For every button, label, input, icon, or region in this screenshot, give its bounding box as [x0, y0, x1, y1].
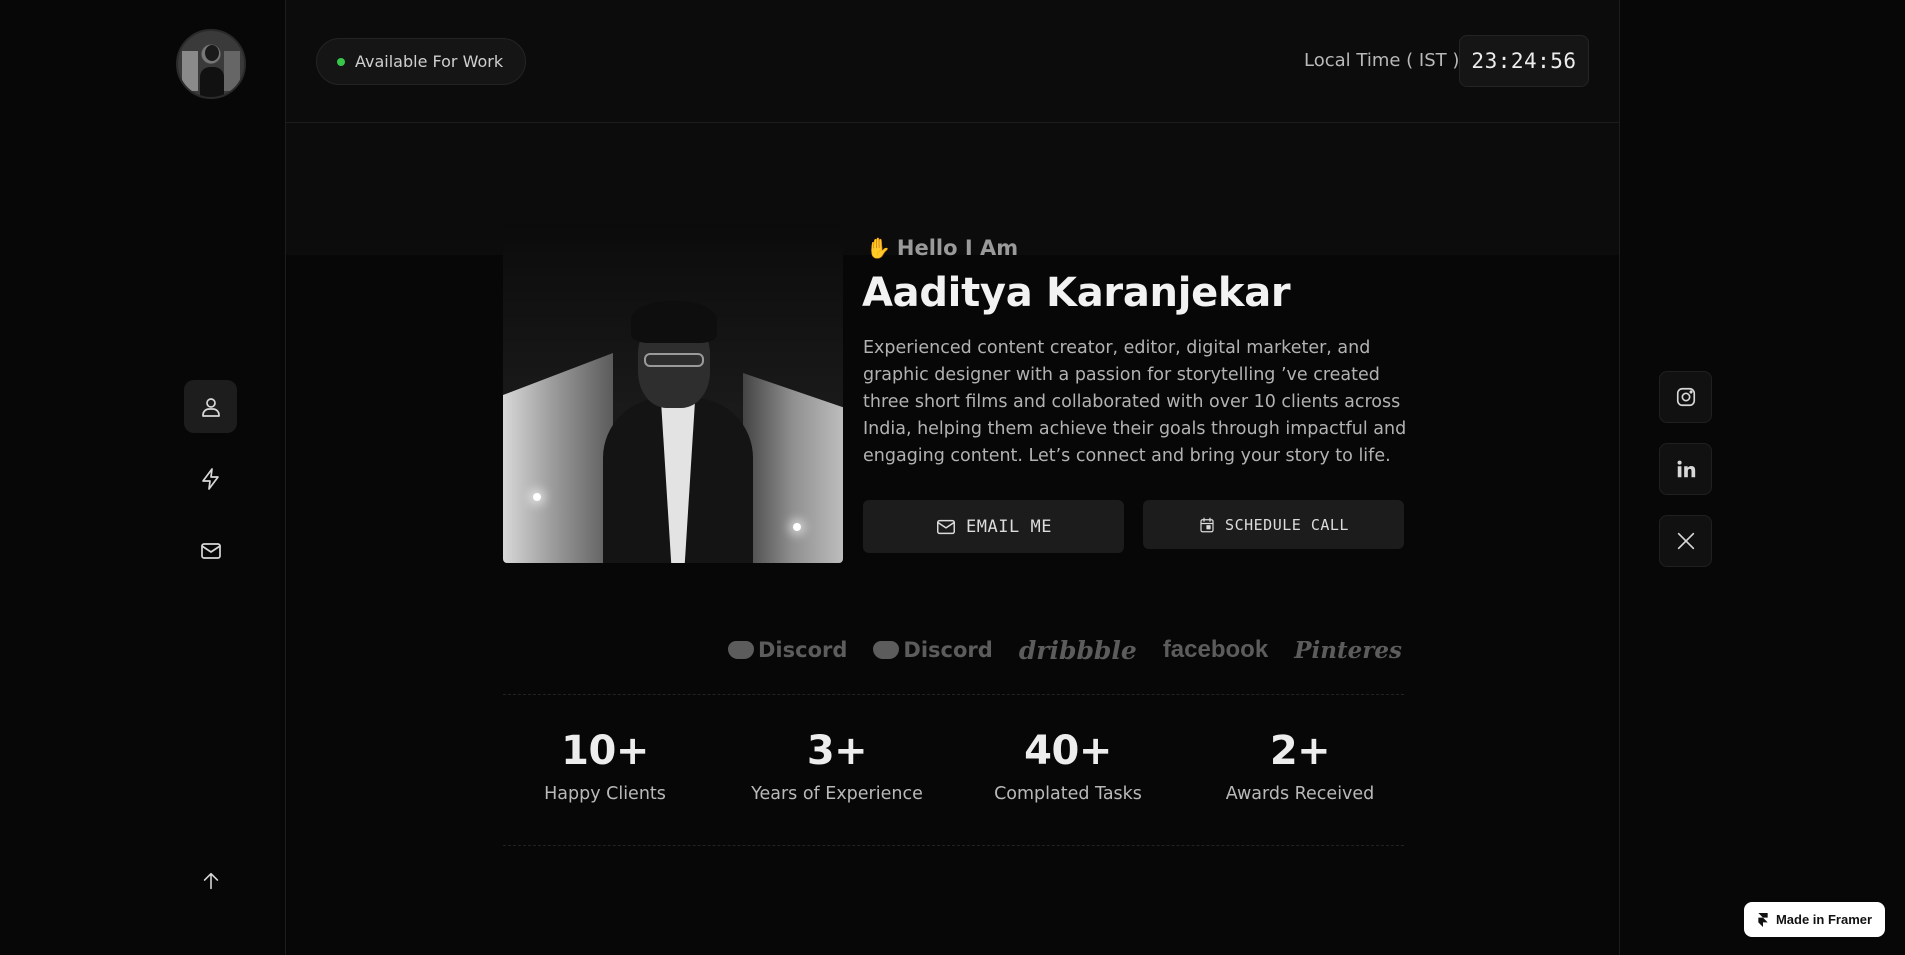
discord-logo: Discord	[873, 638, 993, 662]
mail-icon	[937, 519, 956, 534]
stat-completed-tasks: 40+ Complated Tasks	[968, 728, 1168, 804]
local-time-label: Local Time ( IST )	[1304, 50, 1460, 71]
stat-label: Years of Experience	[751, 784, 923, 804]
avatar[interactable]	[176, 29, 246, 99]
mail-icon	[200, 542, 221, 559]
calendar-icon	[1200, 517, 1214, 532]
divider	[503, 694, 1404, 695]
client-logos: Discord Discord dribbble facebook Pinter…	[728, 630, 1403, 670]
stat-label: Complated Tasks	[994, 784, 1142, 804]
framer-icon	[1758, 912, 1768, 927]
local-time-clock: 23:24:56	[1459, 35, 1589, 87]
status-dot-icon	[337, 57, 345, 66]
header-divider	[285, 122, 1619, 123]
schedule-call-label: SCHEDULE CALL	[1225, 515, 1349, 534]
pinterest-logo: Pinterest	[1294, 636, 1403, 664]
nav-services-button[interactable]	[184, 452, 237, 505]
discord-logo: Discord	[728, 638, 847, 662]
schedule-call-button[interactable]: SCHEDULE CALL	[1143, 500, 1404, 549]
right-divider	[1619, 0, 1620, 955]
made-in-framer-badge[interactable]: Made in Framer	[1744, 902, 1885, 937]
arrow-up-icon	[203, 872, 219, 890]
dribbble-logo: dribbble	[1018, 635, 1137, 665]
discord-icon	[728, 641, 754, 659]
stat-awards: 2+ Awards Received	[1200, 728, 1400, 804]
made-in-framer-label: Made in Framer	[1775, 912, 1873, 927]
stat-label: Awards Received	[1225, 784, 1375, 804]
stat-value: 2+	[1269, 728, 1331, 774]
stat-value: 3+	[806, 728, 868, 774]
availability-badge: Available For Work	[316, 38, 527, 85]
stat-label: Happy Clients	[544, 784, 666, 804]
scroll-top-button[interactable]	[196, 866, 226, 896]
divider	[503, 845, 1404, 846]
instagram-button[interactable]	[1659, 371, 1712, 423]
profile-photo	[503, 223, 843, 563]
email-me-button[interactable]: EMAIL ME	[863, 500, 1124, 553]
nav-contact-button[interactable]	[184, 524, 237, 577]
stat-happy-clients: 10+ Happy Clients	[505, 728, 705, 804]
user-icon	[201, 397, 220, 417]
bio-text: Experienced content creator, editor, dig…	[863, 338, 1407, 466]
stat-value: 40+	[1024, 728, 1112, 774]
lightning-icon	[201, 467, 219, 490]
discord-icon	[873, 641, 900, 659]
instagram-icon	[1676, 387, 1695, 407]
waving-hand-icon: ✋	[866, 236, 891, 260]
availability-label: Available For Work	[355, 52, 504, 71]
facebook-logo: facebook	[1162, 636, 1269, 663]
stat-value: 10+	[561, 728, 649, 774]
linkedin-icon	[1677, 460, 1695, 478]
person-name: Aaditya Karanjekar	[862, 270, 1291, 316]
stat-years-experience: 3+ Years of Experience	[737, 728, 937, 804]
nav-about-button[interactable]	[184, 380, 237, 433]
left-divider	[285, 0, 286, 955]
linkedin-button[interactable]	[1659, 443, 1712, 495]
email-me-label: EMAIL ME	[966, 516, 1052, 537]
greeting-text: Hello I Am	[896, 236, 1019, 260]
x-button[interactable]	[1659, 515, 1712, 567]
greeting: ✋ Hello I Am	[866, 236, 1018, 260]
x-icon	[1677, 532, 1694, 550]
